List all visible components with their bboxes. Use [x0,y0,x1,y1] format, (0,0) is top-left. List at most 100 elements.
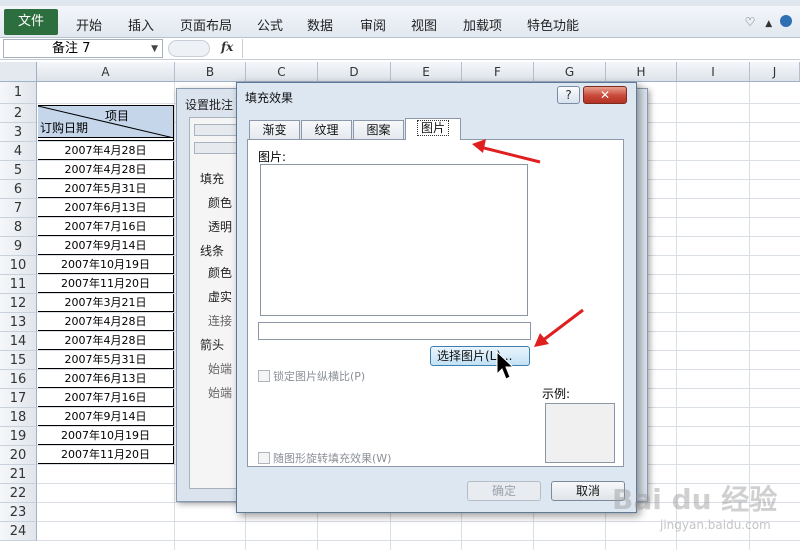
row-header-19[interactable]: 19 [0,427,37,446]
date-cell[interactable]: 2007年7月16日 [38,218,174,236]
picture-label: 图片: [258,150,287,164]
formula-bar-expander[interactable] [168,40,210,57]
column-header-c[interactable]: C [246,62,318,82]
format-comment-tab-2[interactable] [194,142,238,154]
date-cell[interactable]: 2007年5月31日 [38,351,174,369]
row-header-18[interactable]: 18 [0,408,37,427]
date-cell[interactable]: 2007年10月19日 [38,427,174,445]
picture-path-field [258,322,531,340]
tab-view[interactable]: 视图 [411,15,437,34]
baidu-watermark-logo: Bai du 经验 [612,483,778,516]
tab-insert[interactable]: 插入 [128,15,154,34]
column-header-d[interactable]: D [318,62,391,82]
fill-effects-dialog: 填充效果 ? ✕ 渐变 纹理 图案 图片 图片: 选择图片(L)... 锁定图片… [236,82,637,513]
tab-texture[interactable]: 纹理 [301,120,352,140]
row-header-11[interactable]: 11 [0,275,37,294]
row-header-23[interactable]: 23 [0,503,37,522]
grid-column-line [174,82,175,550]
baidu-watermark-url: jingyan.baidu.com [660,518,771,532]
tab-addins[interactable]: 加载项 [463,15,502,34]
date-cell[interactable]: 2007年11月20日 [38,446,174,464]
column-header-j[interactable]: J [750,62,800,82]
column-header-h[interactable]: H [606,62,677,82]
row-header-13[interactable]: 13 [0,313,37,332]
row-header-8[interactable]: 8 [0,218,37,237]
tab-special-features[interactable]: 特色功能 [527,15,579,34]
row-header-22[interactable]: 22 [0,484,37,503]
row-header-21[interactable]: 21 [0,465,37,484]
date-cell[interactable]: 2007年3月21日 [38,294,174,312]
date-cell[interactable]: 2007年4月28日 [38,142,174,160]
date-cell[interactable]: 2007年9月14日 [38,408,174,426]
ribbon-help-icon[interactable]: ♡ ▲ [745,15,792,29]
fill-section-label: 填充 [200,172,225,186]
tab-review[interactable]: 审阅 [360,15,386,34]
chevron-up-icon: ▲ [765,19,773,29]
tab-picture[interactable]: 图片 [405,118,461,140]
date-cell[interactable]: 2007年4月28日 [38,161,174,179]
date-cell[interactable]: 2007年4月28日 [38,313,174,331]
close-button[interactable]: ✕ [583,86,627,104]
row-header-10[interactable]: 10 [0,256,37,275]
column-header-f[interactable]: F [462,62,534,82]
row-header-1[interactable]: 1 [0,82,37,104]
row-header-6[interactable]: 6 [0,180,37,199]
lock-aspect-label: 锁定图片纵横比(P) [273,370,366,383]
lock-aspect-option[interactable]: 锁定图片纵横比(P) [258,368,365,384]
header-diagonal-cell[interactable]: 项目 订购日期 [38,105,174,139]
row-header-20[interactable]: 20 [0,446,37,465]
help-button[interactable]: ? [557,86,580,104]
line-section-label: 线条 [200,244,225,258]
tab-formulas[interactable]: 公式 [257,15,283,34]
row-header-3[interactable]: 3 [0,123,37,142]
row-header-12[interactable]: 12 [0,294,37,313]
column-header-a[interactable]: A [37,62,175,82]
row-header-9[interactable]: 9 [0,237,37,256]
row-header-2[interactable]: 2 [0,104,37,123]
row-header-7[interactable]: 7 [0,199,37,218]
tab-gradient[interactable]: 渐变 [249,120,300,140]
row-header-24[interactable]: 24 [0,522,37,541]
date-cell[interactable]: 2007年7月16日 [38,389,174,407]
ok-button[interactable]: 确定 [467,481,541,501]
file-tab[interactable]: 文件 [4,9,58,35]
column-header-g[interactable]: G [534,62,606,82]
row-header-4[interactable]: 4 [0,142,37,161]
date-cell[interactable]: 2007年6月13日 [38,370,174,388]
lock-aspect-checkbox[interactable] [258,370,270,382]
rotate-with-shape-option[interactable]: 随图形旋转填充效果(W) [258,450,391,466]
tab-home[interactable]: 开始 [76,15,102,34]
function-icon[interactable]: fx [221,40,233,54]
row-header-16[interactable]: 16 [0,370,37,389]
row-header-15[interactable]: 15 [0,351,37,370]
help-circle-icon [780,15,792,27]
chevron-down-icon[interactable]: ▼ [151,40,158,58]
tab-page-layout[interactable]: 页面布局 [180,15,232,34]
dash-label: 虚实 [208,290,233,304]
name-box[interactable]: 备注 7 ▼ [3,39,163,58]
select-picture-button[interactable]: 选择图片(L)... [430,346,530,366]
row-header-14[interactable]: 14 [0,332,37,351]
ribbon-menu-bar: 文件 开始 插入 页面布局 公式 数据 审阅 视图 加载项 特色功能 ♡ ▲ [0,6,800,38]
column-header-b[interactable]: B [175,62,246,82]
column-header-e[interactable]: E [391,62,462,82]
tab-pattern[interactable]: 图案 [353,120,404,140]
date-cell[interactable]: 2007年10月19日 [38,256,174,274]
name-box-value: 备注 7 [52,41,91,56]
row-header-17[interactable]: 17 [0,389,37,408]
column-header-i[interactable]: I [677,62,750,82]
row-header-5[interactable]: 5 [0,161,37,180]
formula-input[interactable] [242,39,798,58]
arrow-section-label: 箭头 [200,338,225,352]
tab-data[interactable]: 数据 [307,15,333,34]
select-all-corner[interactable] [0,62,37,82]
format-comment-tab-1[interactable] [194,124,238,136]
rotate-with-shape-checkbox[interactable] [258,452,270,464]
date-cell[interactable]: 2007年5月31日 [38,180,174,198]
header-date-label: 订购日期 [40,121,89,135]
format-comment-title: 设置批注 [185,98,234,112]
date-cell[interactable]: 2007年11月20日 [38,275,174,293]
date-cell[interactable]: 2007年6月13日 [38,199,174,217]
date-cell[interactable]: 2007年9月14日 [38,237,174,255]
date-cell[interactable]: 2007年4月28日 [38,332,174,350]
